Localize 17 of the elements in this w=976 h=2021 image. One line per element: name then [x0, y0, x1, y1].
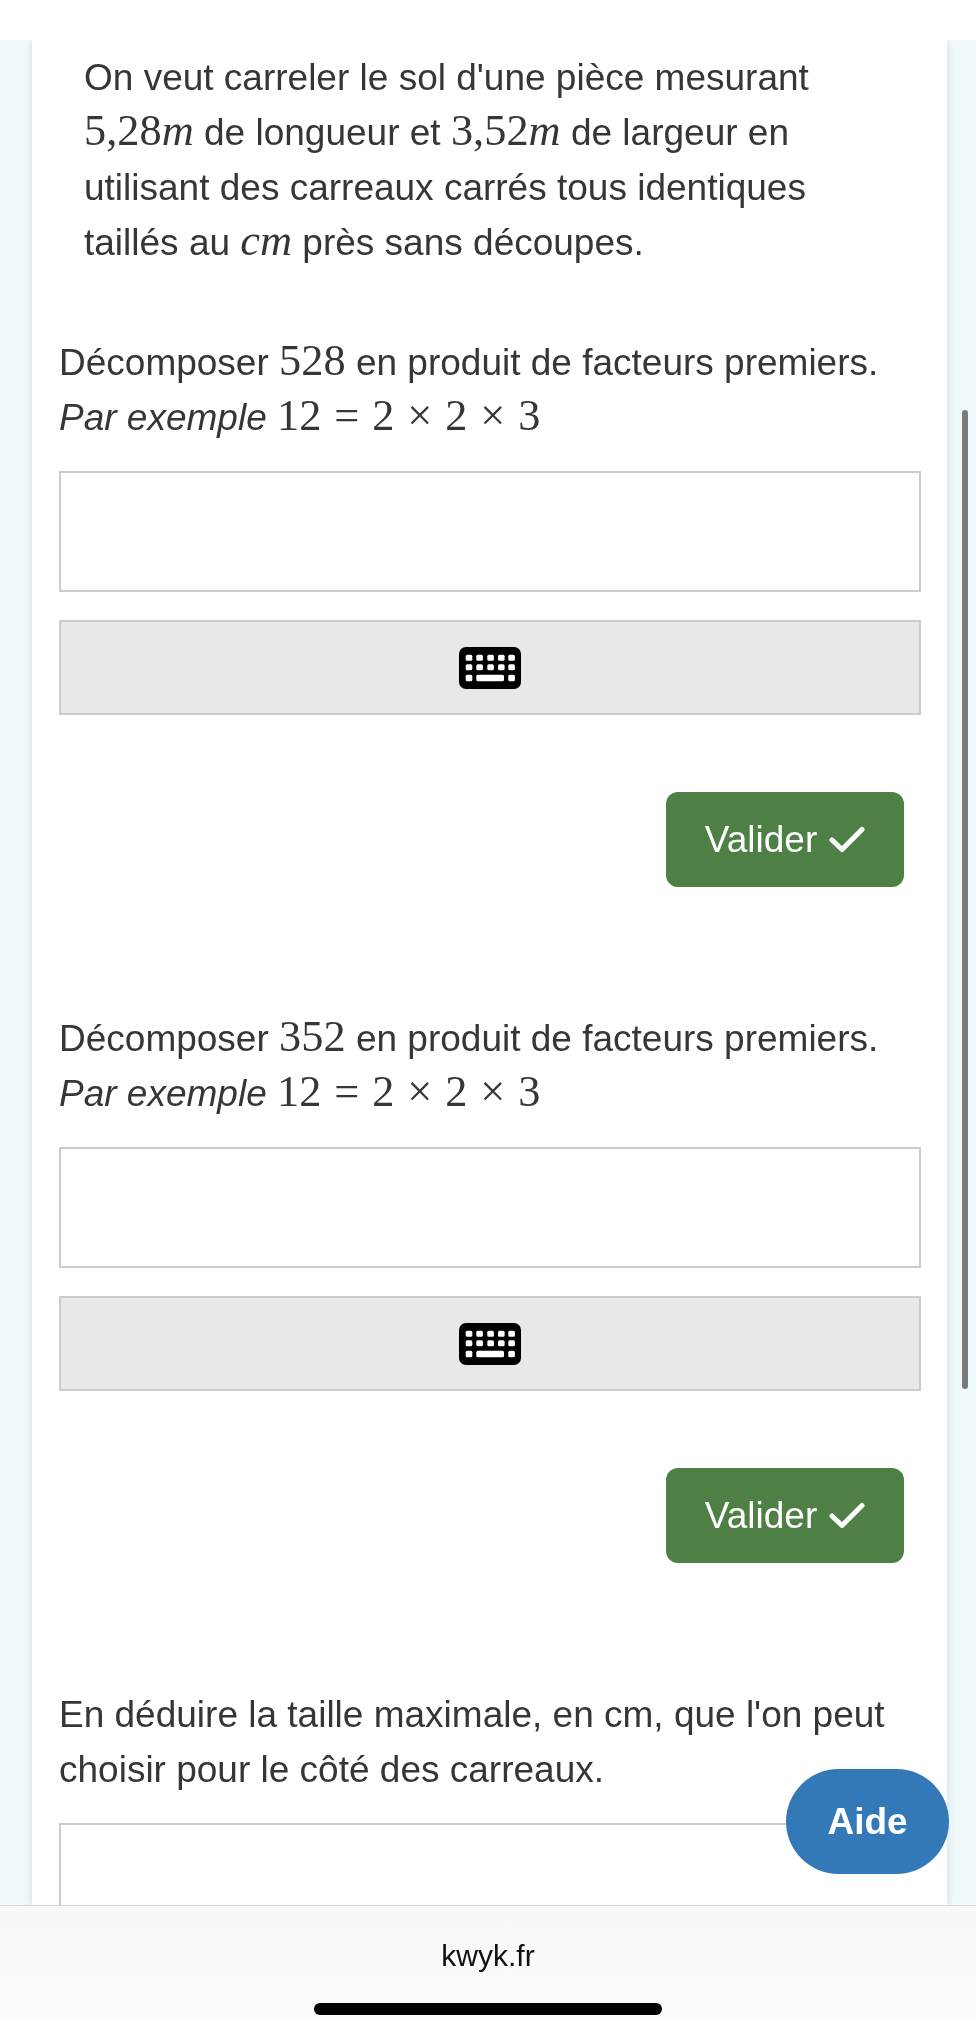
problem-statement: On veut carreler le sol d'une pièce mesurant 5,28m de longueur et 3,52m de largeur en utilisant des carreaux carrés tous identiques taillés au cm près sans découpes. [83, 56, 810, 267]
validate-button[interactable]: Valider [666, 792, 904, 887]
url-label[interactable]: kwyk.fr [441, 1938, 535, 1974]
keyboard-icon [459, 1322, 521, 1365]
answer-field[interactable] [59, 471, 921, 592]
question-prompt: Décomposer 528 en produit de facteurs premiers. [59, 335, 880, 387]
example-hint: Par exemple 12 = 2 × 2 × 3 [59, 390, 542, 442]
answer-field[interactable] [59, 1147, 921, 1268]
validate-button[interactable]: Valider [666, 1468, 904, 1563]
keyboard-toggle-button[interactable] [59, 1296, 921, 1391]
question-prompt: Décomposer 352 en produit de facteurs premiers. [59, 1011, 880, 1063]
keyboard-toggle-button[interactable] [59, 620, 921, 715]
keyboard-icon [459, 646, 521, 689]
example-hint: Par exemple 12 = 2 × 2 × 3 [59, 1066, 542, 1118]
check-icon [829, 1502, 866, 1529]
check-icon [829, 826, 866, 853]
answer-field[interactable] [59, 1823, 786, 1905]
